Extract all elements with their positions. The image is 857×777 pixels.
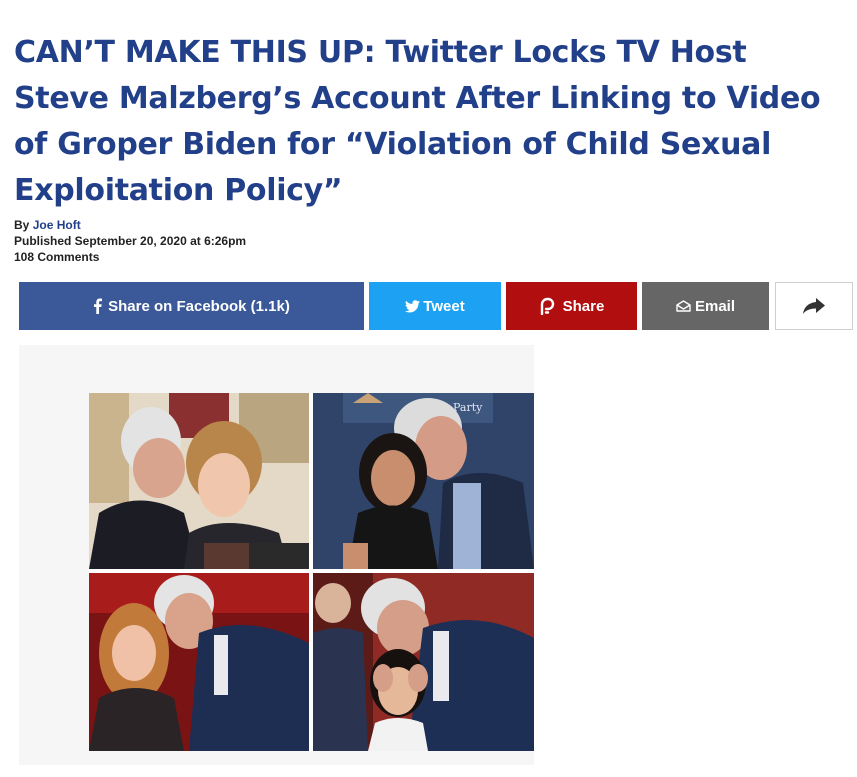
article-meta: By Joe Hoft Published September 20, 2020… [14,217,246,265]
comments-count[interactable]: 108 Comments [14,249,246,265]
more-share-button[interactable] [775,282,853,330]
share-facebook-button[interactable]: Share on Facebook (1.1k) [19,282,364,330]
twitter-label: Tweet [423,297,465,315]
twitter-icon [405,299,421,313]
email-label: Email [694,297,736,315]
published-date: Published September 20, 2020 at 6:26pm [14,234,247,248]
share-arrow-icon [802,297,826,315]
envelope-icon [676,300,691,312]
parler-icon [539,297,555,315]
share-email-button[interactable]: Email [642,282,769,330]
sign-text: Party [453,401,483,414]
byline: By Joe Hoft [14,217,246,233]
article-photo-collage: Party [89,393,534,751]
photo-panel-4 [313,573,534,751]
facebook-label: Share on Facebook (1.1k) [108,297,290,315]
photo-panel-2: Party [313,393,534,569]
share-twitter-button[interactable]: Tweet [369,282,501,330]
photo-panel-1 [89,393,309,569]
byline-prefix: By [14,218,33,232]
author-link[interactable]: Joe Hoft [33,218,81,232]
photo-panel-3 [89,573,309,751]
facebook-icon [93,298,103,314]
parler-label: Share [562,297,605,315]
article-headline: CAN’T MAKE THIS UP: Twitter Locks TV Hos… [14,35,821,208]
share-parler-button[interactable]: Share [506,282,637,330]
